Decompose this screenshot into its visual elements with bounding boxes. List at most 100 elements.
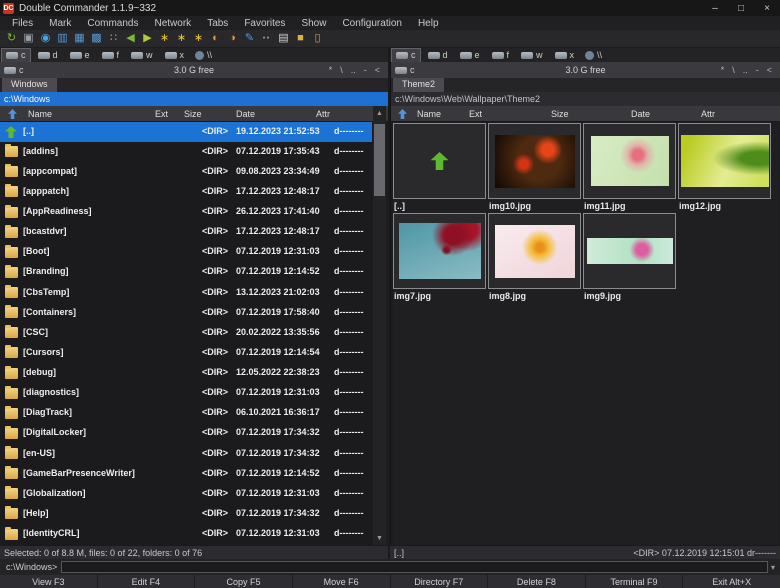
file-row[interactable]: [Branding] <DIR> 07.12.2019 12:14:52 d--… [0, 263, 372, 283]
column-header-ext[interactable]: Ext [469, 109, 482, 119]
panel-header-button[interactable]: .. [347, 65, 360, 75]
left-path-bar[interactable]: c:\Windows [0, 92, 388, 106]
panel-header-button[interactable]: \ [336, 65, 347, 75]
drive-f-button[interactable]: f [98, 49, 124, 62]
drive-w-button[interactable]: w [127, 49, 157, 62]
menu-item-network[interactable]: Network [147, 18, 200, 29]
column-header-name[interactable]: Name [28, 109, 52, 119]
column-header-size[interactable]: Size [184, 109, 202, 119]
menu-item-help[interactable]: Help [410, 18, 447, 29]
drive-e-button[interactable]: e [66, 49, 94, 62]
file-row[interactable]: [DiagTrack] <DIR> 06.10.2021 16:36:17 d-… [0, 404, 372, 424]
right-path-bar[interactable]: c:\Windows\Web\Wallpaper\Theme2 [391, 92, 780, 106]
copy-path-button[interactable]: ▯ [309, 31, 326, 47]
test-archive-button[interactable]: ∗ [190, 31, 207, 47]
file-row[interactable]: [addins] <DIR> 07.12.2019 17:35:43 d----… [0, 142, 372, 162]
thumbnail-item[interactable]: img9.jpg [583, 212, 678, 302]
file-row[interactable]: [IdentityCRL] <DIR> 07.12.2019 12:31:03 … [0, 525, 372, 545]
close-button[interactable]: × [754, 0, 780, 16]
function-key-f3[interactable]: View F3 [0, 575, 97, 588]
file-row[interactable]: [Boot] <DIR> 07.12.2019 12:31:03 d------… [0, 243, 372, 263]
file-row[interactable]: [apppatch] <DIR> 17.12.2023 12:48:17 d--… [0, 182, 372, 202]
thumbnail-item[interactable]: img12.jpg [678, 122, 773, 212]
menu-item-mark[interactable]: Mark [41, 18, 79, 29]
function-key-f4[interactable]: Edit F4 [98, 575, 195, 588]
maximize-button[interactable]: □ [728, 0, 754, 16]
panel-header-button[interactable]: - [360, 65, 371, 75]
pack-button[interactable]: ∗ [156, 31, 173, 47]
brief-view-button[interactable]: ▥ [54, 31, 71, 47]
scroll-down-icon[interactable]: ▼ [373, 531, 386, 545]
copy-right-button[interactable]: ▶ [139, 31, 156, 47]
edit-button[interactable]: ▤ [275, 31, 292, 47]
compare-button[interactable]: ◐ [207, 31, 224, 47]
thumbnails-view-button[interactable]: ▩ [88, 31, 105, 47]
menu-item-files[interactable]: Files [4, 18, 41, 29]
column-header-attr[interactable]: Attr [316, 109, 330, 119]
scroll-up-icon[interactable]: ▲ [373, 106, 386, 120]
sort-button[interactable]: ∷ [105, 31, 122, 47]
full-view-button[interactable]: ▦ [71, 31, 88, 47]
panel-header-button[interactable]: - [752, 65, 763, 75]
file-row[interactable]: [en-US] <DIR> 07.12.2019 17:34:32 d-----… [0, 444, 372, 464]
left-drive-selector[interactable]: c [4, 65, 24, 75]
network-icon[interactable] [585, 51, 594, 60]
file-row[interactable]: [Globalization] <DIR> 07.12.2019 12:31:0… [0, 484, 372, 504]
thumbnail-item[interactable]: img8.jpg [488, 212, 583, 302]
thumbnail-item[interactable]: [..] [393, 122, 488, 212]
file-row[interactable]: [CbsTemp] <DIR> 13.12.2023 21:02:03 d---… [0, 283, 372, 303]
thumbnail-item[interactable]: img7.jpg [393, 212, 488, 302]
command-line-input[interactable] [61, 561, 768, 573]
column-header-size[interactable]: Size [551, 109, 569, 119]
function-key-f7[interactable]: Directory F7 [391, 575, 488, 588]
minimize-button[interactable]: – [702, 0, 728, 16]
function-key-f5[interactable]: Copy F5 [195, 575, 292, 588]
extract-button[interactable]: ∗ [173, 31, 190, 47]
function-key-f6[interactable]: Move F6 [293, 575, 390, 588]
sync-dirs-button[interactable]: ◑ [224, 31, 241, 47]
file-row[interactable]: [bcastdvr] <DIR> 17.12.2023 12:48:17 d--… [0, 223, 372, 243]
panel-header-button[interactable]: < [763, 65, 776, 75]
drive-c-button[interactable]: c [392, 49, 420, 62]
file-row[interactable]: [Containers] <DIR> 07.12.2019 17:58:40 d… [0, 303, 372, 323]
menu-item-favorites[interactable]: Favorites [236, 18, 293, 29]
unc-path-button[interactable]: \\ [207, 50, 212, 60]
chevron-down-icon[interactable]: ▾ [768, 563, 778, 572]
file-row[interactable]: [diagnostics] <DIR> 07.12.2019 12:31:03 … [0, 384, 372, 404]
right-drive-selector[interactable]: c [395, 65, 415, 75]
menu-item-commands[interactable]: Commands [79, 18, 146, 29]
right-tab-theme2[interactable]: Theme2 [393, 78, 444, 92]
drive-d-button[interactable]: d [424, 49, 452, 62]
file-row[interactable]: [appcompat] <DIR> 09.08.2023 23:34:49 d-… [0, 162, 372, 182]
panel-header-button[interactable]: * [717, 65, 729, 75]
column-header-date[interactable]: Date [236, 109, 255, 119]
panel-header-button[interactable]: .. [739, 65, 752, 75]
thumbnail-item[interactable]: img11.jpg [583, 122, 678, 212]
file-row[interactable]: [Cursors] <DIR> 07.12.2019 12:14:54 d---… [0, 343, 372, 363]
column-header-date[interactable]: Date [631, 109, 650, 119]
file-row[interactable]: [GameBarPresenceWriter] <DIR> 07.12.2019… [0, 464, 372, 484]
menu-item-tabs[interactable]: Tabs [199, 18, 236, 29]
column-header-attr[interactable]: Attr [701, 109, 715, 119]
search-button[interactable]: ●● [258, 31, 275, 47]
drive-w-button[interactable]: w [517, 49, 547, 62]
drive-c-button[interactable]: c [2, 49, 30, 62]
menu-item-configuration[interactable]: Configuration [334, 18, 409, 29]
file-row[interactable]: [DigitalLocker] <DIR> 07.12.2019 17:34:3… [0, 424, 372, 444]
drive-f-button[interactable]: f [488, 49, 514, 62]
drive-x-button[interactable]: x [161, 49, 189, 62]
file-row[interactable]: [AppReadiness] <DIR> 26.12.2023 17:41:40… [0, 203, 372, 223]
drive-e-button[interactable]: e [456, 49, 484, 62]
function-key-alt+x[interactable]: Exit Alt+X [683, 575, 780, 588]
multi-rename-button[interactable]: ✎ [241, 31, 258, 47]
column-header-name[interactable]: Name [417, 109, 441, 119]
panel-header-button[interactable]: < [371, 65, 384, 75]
file-row[interactable]: [..] <DIR> 19.12.2023 21:52:53 d-------- [0, 122, 372, 142]
copy-left-button[interactable]: ◀ [122, 31, 139, 47]
panel-header-button[interactable]: \ [728, 65, 739, 75]
file-row[interactable]: [debug] <DIR> 12.05.2022 22:38:23 d-----… [0, 364, 372, 384]
terminal-button[interactable]: ▣ [20, 31, 37, 47]
file-row[interactable]: [Help] <DIR> 07.12.2019 17:34:32 d------… [0, 504, 372, 524]
scrollbar-thumb[interactable] [374, 124, 385, 196]
thumbnail-item[interactable]: img10.jpg [488, 122, 583, 212]
